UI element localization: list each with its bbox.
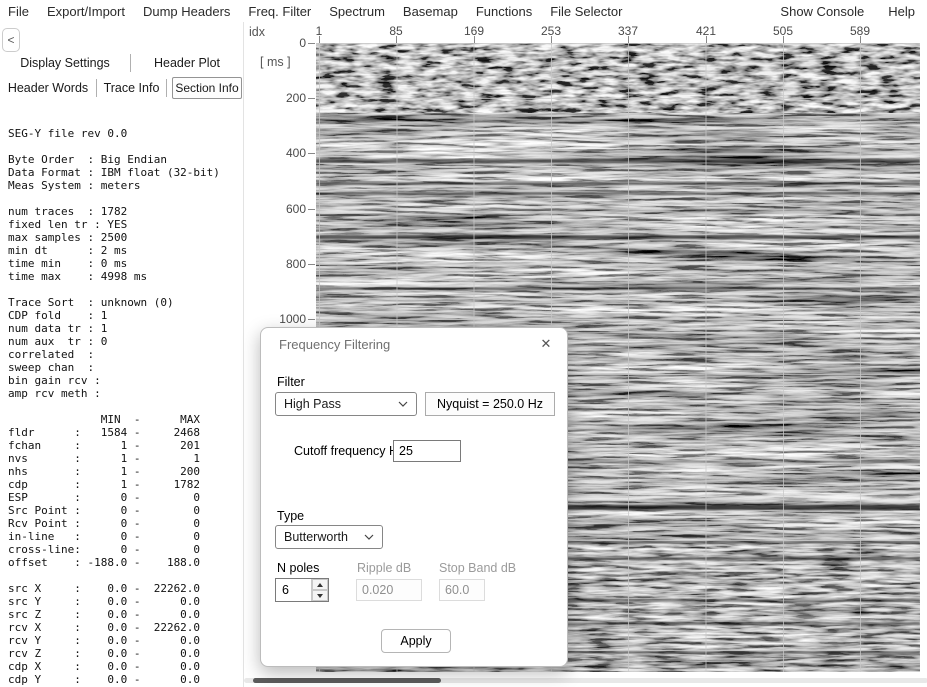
close-icon: ✕ xyxy=(541,336,552,351)
close-button[interactable]: ✕ xyxy=(537,335,555,353)
filter-dropdown-value: High Pass xyxy=(284,397,341,411)
x-tick-mark xyxy=(551,36,552,43)
chevron-left-icon: < xyxy=(7,33,14,47)
n-poles-label: N poles xyxy=(277,561,319,575)
cutoff-frequency-input[interactable] xyxy=(393,440,461,462)
y-tick-label: 0 xyxy=(264,36,306,50)
apply-button[interactable]: Apply xyxy=(381,629,451,653)
y-tick-label: 1000 xyxy=(264,312,306,326)
horizontal-scrollbar-track[interactable] xyxy=(244,678,927,683)
x-tick-mark xyxy=(628,36,629,43)
nyquist-readout: Nyquist = 250.0 Hz xyxy=(425,392,555,416)
menu-functions[interactable]: Functions xyxy=(467,4,541,19)
x-tick-mark xyxy=(396,36,397,43)
segy-section-info-text: SEG-Y file rev 0.0 Byte Order : Big Endi… xyxy=(0,127,243,687)
type-dropdown[interactable]: Butterworth xyxy=(275,525,383,549)
chevron-down-icon xyxy=(398,401,408,407)
cutoff-frequency-label: Cutoff frequency Hz xyxy=(294,444,404,458)
menu-show-console[interactable]: Show Console xyxy=(768,4,876,19)
tab-divider xyxy=(166,79,167,97)
menu-help[interactable]: Help xyxy=(876,4,927,19)
menu-file[interactable]: File xyxy=(0,4,38,19)
tab-section-info-active[interactable]: Section Info xyxy=(172,77,242,99)
tab-header-words[interactable]: Header Words xyxy=(0,76,96,100)
ripple-db-label: Ripple dB xyxy=(357,561,411,575)
x-tick-mark xyxy=(860,36,861,43)
type-dropdown-value: Butterworth xyxy=(284,530,348,544)
y-tick-label: 400 xyxy=(264,146,306,160)
ripple-db-input xyxy=(356,579,422,601)
stop-band-db-input xyxy=(439,579,485,601)
tab-display-settings[interactable]: Display Settings xyxy=(0,52,130,74)
app-window: File Export/Import Dump Headers Freq. Fi… xyxy=(0,0,927,687)
menu-export-import[interactable]: Export/Import xyxy=(38,4,134,19)
x-tick-mark xyxy=(319,36,320,43)
x-tick-mark xyxy=(474,36,475,43)
x-tick-mark xyxy=(783,36,784,43)
tab-row-1: Display Settings Header Plot xyxy=(0,52,243,74)
tab-row-2: Header Words Trace Info Section Info xyxy=(0,76,243,100)
y-tick-label: 600 xyxy=(264,202,306,216)
frequency-filtering-dialog: Frequency Filtering ✕ Filter High Pass N… xyxy=(260,327,568,667)
arrow-down-icon xyxy=(317,594,323,598)
tab-trace-info[interactable]: Trace Info xyxy=(97,76,166,100)
chevron-down-icon xyxy=(364,534,374,540)
y-tick-mark xyxy=(308,43,315,44)
sidebar-panel: < Display Settings Header Plot Header Wo… xyxy=(0,22,243,687)
y-tick-label: 800 xyxy=(264,257,306,271)
collapse-panel-button[interactable]: < xyxy=(2,28,20,52)
x-axis-title: idx xyxy=(249,25,265,39)
y-tick-label: 200 xyxy=(264,91,306,105)
menu-basemap[interactable]: Basemap xyxy=(394,4,467,19)
n-poles-input[interactable] xyxy=(276,579,311,601)
tab-header-plot[interactable]: Header Plot xyxy=(131,52,243,74)
arrow-up-icon xyxy=(317,583,323,587)
spinner-up-button[interactable] xyxy=(312,579,328,590)
menu-dump-headers[interactable]: Dump Headers xyxy=(134,4,239,19)
x-tick-mark xyxy=(706,36,707,43)
menu-spectrum[interactable]: Spectrum xyxy=(320,4,394,19)
y-tick-mark xyxy=(308,153,315,154)
y-tick-mark xyxy=(308,264,315,265)
y-tick-mark xyxy=(308,209,315,210)
y-tick-mark xyxy=(308,319,315,320)
filter-label: Filter xyxy=(277,375,305,389)
spinner-buttons xyxy=(311,579,328,601)
menu-file-selector[interactable]: File Selector xyxy=(541,4,631,19)
menu-freq-filter[interactable]: Freq. Filter xyxy=(239,4,320,19)
dialog-title: Frequency Filtering xyxy=(279,337,390,352)
y-tick-mark xyxy=(308,98,315,99)
spinner-down-button[interactable] xyxy=(312,590,328,601)
menubar: File Export/Import Dump Headers Freq. Fi… xyxy=(0,0,927,22)
y-axis-title: [ ms ] xyxy=(260,55,291,69)
horizontal-scrollbar-thumb[interactable] xyxy=(253,678,441,683)
filter-dropdown[interactable]: High Pass xyxy=(275,392,417,416)
type-label: Type xyxy=(277,509,304,523)
n-poles-spinner[interactable] xyxy=(275,578,329,602)
stop-band-db-label: Stop Band dB xyxy=(439,561,516,575)
